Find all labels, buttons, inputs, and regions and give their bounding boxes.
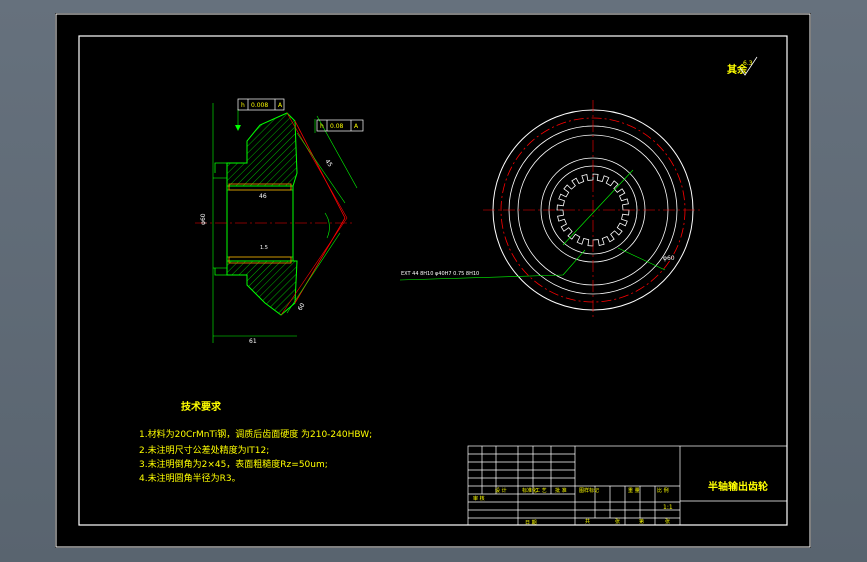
tb-approve: 批 准 (555, 487, 567, 494)
tech-heading: 技术要求 (181, 400, 222, 413)
tb-sheet: 张 (665, 518, 670, 525)
gdt-frame-2: h 0.08 A (316, 119, 364, 132)
tb-drawing-mark: 图样标记 (579, 487, 599, 494)
tb-scale-value: 1:1 (663, 504, 673, 511)
tb-number: 第 (639, 518, 644, 525)
gdt2-symbol: h (320, 123, 324, 130)
tb-review: 审 核 (473, 495, 485, 502)
tb-process: 工 艺 (535, 488, 547, 494)
gear-front-view (399, 100, 703, 320)
tech-item-1: 1.材料为20CrMnTi钢，调质后齿面硬度 (139, 428, 298, 440)
tech-hardness: 为210-240HBW; (301, 428, 372, 440)
tb-date: 日 期 (525, 520, 537, 526)
gear-section-view (195, 103, 358, 343)
dim-base-width: 61 (249, 338, 257, 345)
tb-scale: 比 例 (657, 487, 669, 494)
gdt1-value: 0.008 (251, 102, 268, 109)
drawing-canvas: 其余 6.3 46 φ60 61 45 60 1.5 h 0.008 A h 0… (55, 13, 811, 548)
surface-finish-symbol: 其余 6.3 (727, 56, 758, 76)
tech-requirements: 技术要求 1.材料为20CrMnTi钢，调质后齿面硬度 为210-240HBW;… (139, 400, 372, 484)
tech-item-2: 2.未注明尺寸公差处精度为IT12; (139, 444, 269, 456)
dim-diameter: φ60 (200, 213, 207, 225)
drawing-title: 半轴输出齿轮 (708, 480, 768, 493)
dim-bore-length: 46 (259, 193, 267, 200)
gdt2-value: 0.08 (330, 123, 344, 130)
gdt-frame-1: h 0.008 A (237, 98, 285, 111)
tech-item-4: 4.未注明圆角半径为R3。 (139, 472, 241, 484)
dim-bore-circle: φ60 (663, 255, 675, 262)
spline-spec: EXT 44 8H10 φ40H7 0.75 8H10 (401, 271, 479, 277)
tb-design: 设 计 (495, 487, 507, 494)
tb-total: 共 (585, 518, 590, 525)
dim-chamfer: 1.5 (260, 245, 268, 251)
drawing-sheet[interactable]: 其余 6.3 46 φ60 61 45 60 1.5 h 0.008 A h 0… (55, 13, 811, 548)
gdt1-symbol: h (241, 102, 245, 109)
tech-item-3: 3.未注明倒角为2×45，表面粗糙度Rz=50um; (139, 458, 328, 470)
gdt1-datum: A (278, 102, 283, 109)
dim-cone: 60 (297, 302, 307, 312)
dim-face-width: 45 (323, 158, 333, 168)
gdt2-datum: A (354, 123, 359, 130)
cad-viewport: 其余 6.3 46 φ60 61 45 60 1.5 h 0.008 A h 0… (0, 0, 867, 562)
tb-sheets: 张 (615, 518, 620, 525)
tb-weight: 重 量 (628, 487, 640, 494)
